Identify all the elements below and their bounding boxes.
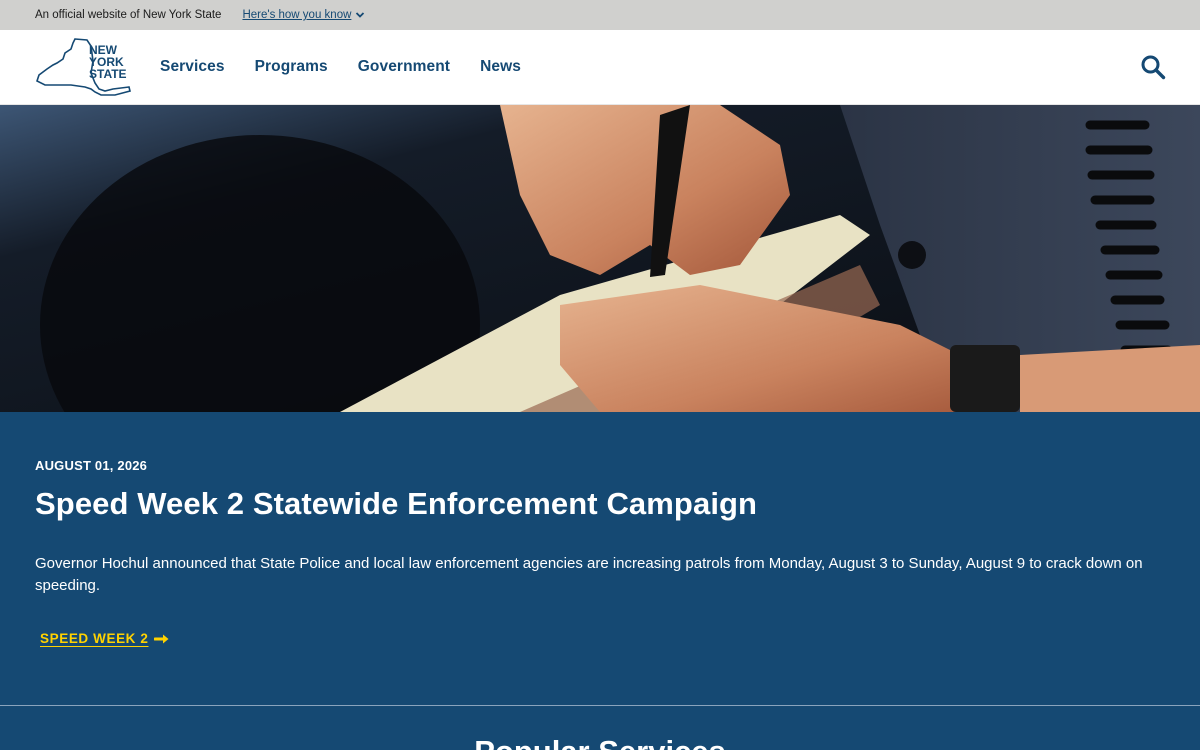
speed-week-2-label: SPEED WEEK 2 xyxy=(40,631,149,646)
official-banner: An official website of New York State He… xyxy=(0,0,1200,30)
main-nav: Services Programs Government News xyxy=(160,58,551,76)
nav-services[interactable]: Services xyxy=(160,58,225,76)
nav-programs[interactable]: Programs xyxy=(255,58,328,76)
hero-illustration xyxy=(0,105,1200,412)
arrow-right-icon xyxy=(154,634,169,643)
feature-body: Governor Hochul announced that State Pol… xyxy=(35,555,1143,594)
popular-services-heading: Popular Services xyxy=(0,734,1200,750)
chevron-down-icon xyxy=(356,12,365,18)
heres-how-you-know-link[interactable]: Here's how you know xyxy=(242,9,365,21)
site-header: NEW YORK STATE Services Programs Governm… xyxy=(0,30,1200,105)
search-icon[interactable] xyxy=(1140,54,1166,80)
nav-news[interactable]: News xyxy=(480,58,521,76)
logo-text-state: STATE xyxy=(89,67,127,81)
heres-how-you-know-label: Here's how you know xyxy=(242,9,352,21)
popular-services-section: Popular Services xyxy=(0,706,1200,750)
nys-logo[interactable]: NEW YORK STATE xyxy=(35,37,131,97)
speed-week-2-link[interactable]: SPEED WEEK 2 xyxy=(40,631,170,646)
official-banner-text: An official website of New York State xyxy=(35,9,222,21)
feature-panel: AUGUST 01, 2026 Speed Week 2 Statewide E… xyxy=(0,412,1200,705)
feature-date: AUGUST 01, 2026 xyxy=(35,458,148,473)
feature-title: Speed Week 2 Statewide Enforcement Campa… xyxy=(35,486,758,521)
hero-image xyxy=(0,105,1200,412)
nav-government[interactable]: Government xyxy=(358,58,450,76)
